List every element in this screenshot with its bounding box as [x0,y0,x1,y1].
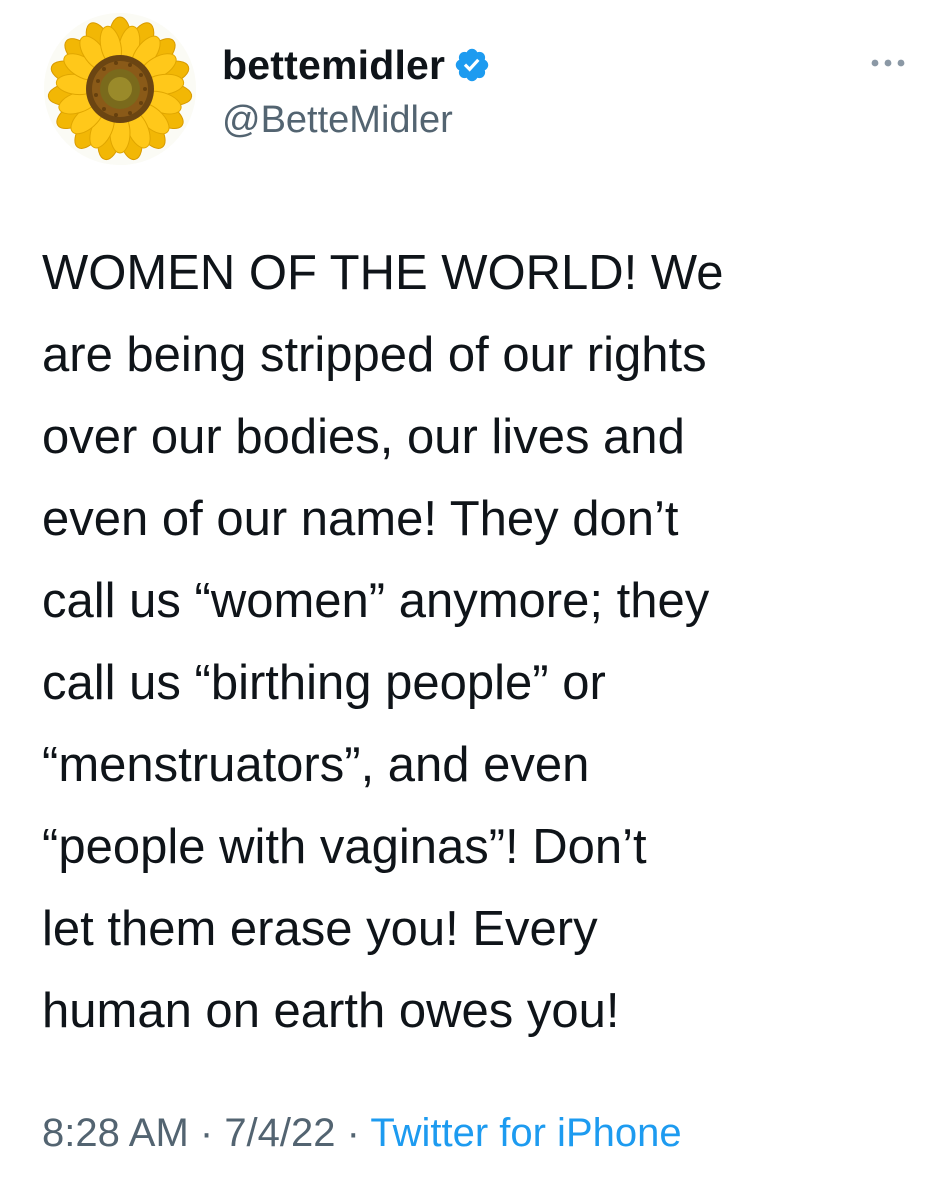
tweet-text: WOMEN OF THE WORLD! We are being strippe… [42,246,724,1038]
tweet-source-link[interactable]: Twitter for iPhone [370,1111,681,1155]
display-name[interactable]: bettemidler [222,40,445,90]
user-handle[interactable]: @BetteMidler [222,97,453,143]
tweet-time[interactable]: 8:28 AM [42,1111,189,1155]
author-name-row: bettemidler [222,40,491,90]
meta-separator: · [188,1111,225,1155]
verified-badge-icon [455,48,489,82]
avatar[interactable] [44,13,196,165]
more-options-icon[interactable] [868,53,908,73]
sunflower-avatar-icon [44,13,196,165]
tweet: bettemidler @BetteMidler WOMEN OF THE WO… [0,0,938,1200]
tweet-date[interactable]: 7/4/22 [224,1111,335,1155]
meta-separator: · [335,1111,371,1155]
tweet-meta: 8:28 AM · 7/4/22 · Twitter for iPhone [42,1108,682,1158]
